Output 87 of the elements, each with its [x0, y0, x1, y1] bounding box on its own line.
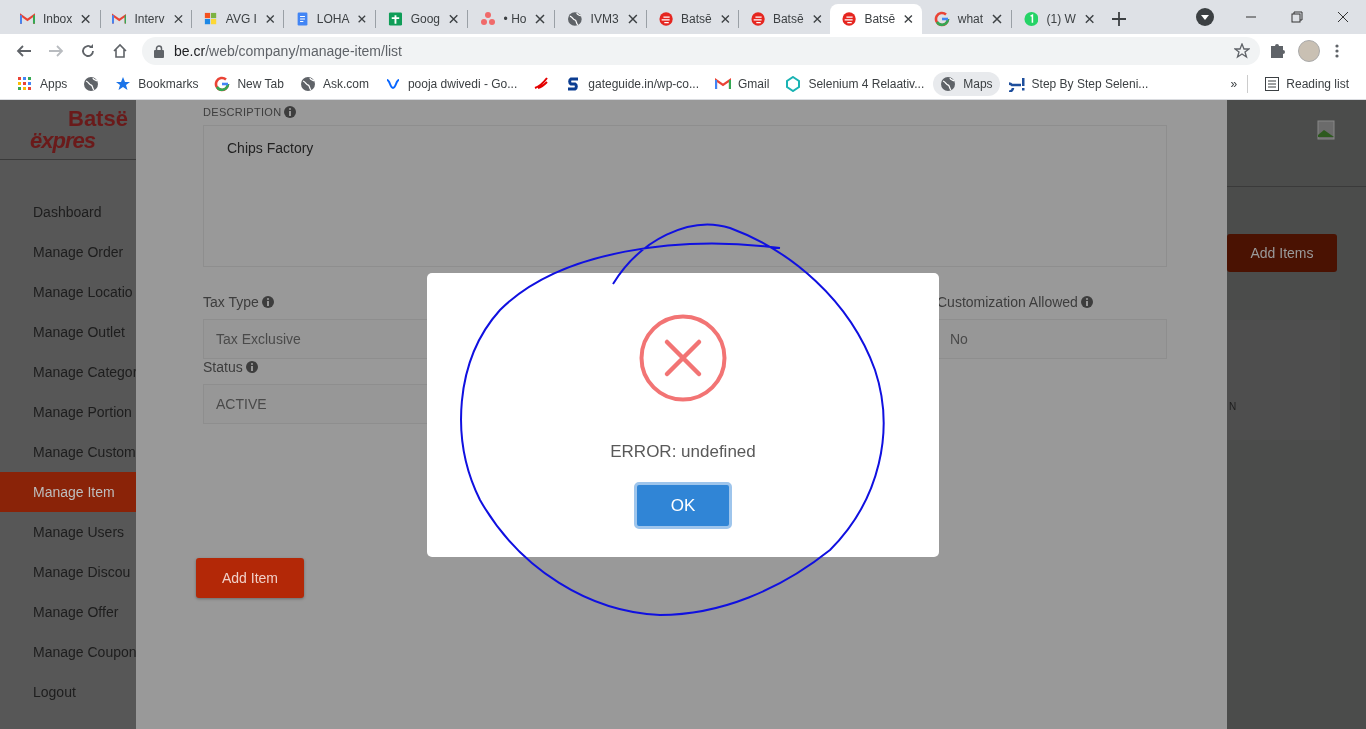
- bookmark[interactable]: Gmail: [708, 71, 777, 96]
- bookmark[interactable]: New Tab: [207, 71, 291, 96]
- mail-icon: [20, 11, 35, 27]
- star-icon[interactable]: [1234, 43, 1250, 59]
- field-label: Status: [203, 359, 243, 375]
- add-item-button[interactable]: Add Item: [196, 558, 304, 598]
- squares-icon: [203, 11, 218, 27]
- field-label: DESCRIPTION: [203, 106, 282, 118]
- close-icon[interactable]: [811, 13, 823, 25]
- browser-tab[interactable]: AVG I: [191, 4, 284, 34]
- field-label: Customization Allowed: [937, 294, 1078, 310]
- reading-list[interactable]: Reading list: [1258, 72, 1356, 95]
- star-icon: [115, 75, 132, 92]
- close-icon[interactable]: [626, 13, 639, 25]
- back-icon[interactable]: [16, 43, 32, 59]
- address-bar[interactable]: be.cr/web/company/manage-item/list: [142, 37, 1260, 65]
- bookmark[interactable]: Maps: [933, 71, 1000, 96]
- close-icon[interactable]: [903, 13, 914, 25]
- close-icon[interactable]: [1083, 13, 1096, 25]
- browser-tab[interactable]: what: [921, 4, 1012, 34]
- reload-icon[interactable]: [80, 43, 96, 59]
- close-icon[interactable]: [172, 13, 184, 25]
- close-icon[interactable]: [357, 13, 368, 25]
- field-label: Tax Type: [203, 294, 259, 310]
- add-items-button[interactable]: Add Items: [1227, 234, 1337, 272]
- mail-icon: [111, 11, 127, 27]
- close-icon[interactable]: [534, 13, 547, 25]
- close-icon[interactable]: [264, 13, 276, 25]
- close-icon[interactable]: [448, 13, 460, 25]
- logo-icon: [750, 11, 765, 27]
- browser-tab[interactable]: Goog: [375, 4, 468, 34]
- globe-icon: [299, 75, 316, 92]
- globe-icon: [940, 75, 957, 92]
- sidebar-item[interactable]: Manage Item: [0, 472, 136, 512]
- error-message: ERROR: undefined: [610, 442, 756, 462]
- browser-tab[interactable]: Batsē: [646, 4, 739, 34]
- info-icon: [1080, 296, 1093, 308]
- apps-icon: [17, 75, 33, 92]
- logo-icon: [842, 11, 857, 27]
- close-icon[interactable]: [719, 13, 731, 25]
- browser-tab[interactable]: (1) W: [1011, 4, 1104, 34]
- globe-icon: [83, 75, 100, 92]
- bookmark[interactable]: Step By Step Seleni...: [1001, 71, 1156, 96]
- browser-tab[interactable]: Interv: [99, 4, 192, 34]
- info-icon: [245, 361, 258, 373]
- spreadsheet-icon: [387, 11, 403, 27]
- swoosh-icon: [533, 75, 550, 92]
- browser-tab[interactable]: Inbox: [8, 4, 100, 34]
- dots-icon: [479, 11, 496, 27]
- bookmark[interactable]: Apps: [10, 71, 75, 96]
- new-tab-icon[interactable]: [1111, 12, 1126, 26]
- browser-tab[interactable]: • Ho: [467, 4, 555, 34]
- bookmark[interactable]: gateguide.in/wp-co...: [558, 71, 707, 96]
- bookmark[interactable]: Selenium 4 Relaativ...: [778, 71, 932, 96]
- url-text: be.cr/web/company/manage-item/list: [174, 43, 403, 59]
- mail-icon: [715, 75, 732, 92]
- logo-text: ëxpres: [30, 130, 96, 152]
- close-icon[interactable]: [1337, 11, 1350, 23]
- info-icon: [261, 296, 274, 308]
- browser-tab[interactable]: Batsē: [738, 4, 831, 34]
- hexagon-icon: [785, 75, 802, 92]
- logo-icon: [658, 11, 673, 27]
- home-icon[interactable]: [112, 43, 128, 59]
- dropdown-icon[interactable]: [1196, 8, 1215, 26]
- logo-text: Batsë: [68, 108, 129, 130]
- close-icon[interactable]: [80, 13, 92, 25]
- overflow-chevron[interactable]: »: [1230, 76, 1238, 91]
- chat-icon: [1023, 11, 1039, 27]
- browser-tab[interactable]: LOHA: [283, 4, 376, 34]
- globe-icon: [566, 11, 583, 27]
- lock-icon: [154, 44, 164, 58]
- bookmark[interactable]: Bookmarks: [108, 71, 206, 96]
- list-icon: [1265, 76, 1280, 91]
- error-icon: [639, 314, 727, 402]
- google-icon: [933, 11, 950, 27]
- description-field[interactable]: Chips Factory: [203, 125, 1167, 267]
- e-icon: [1008, 75, 1025, 92]
- browser-tab[interactable]: Batsē: [830, 4, 922, 34]
- document-icon: [295, 11, 309, 27]
- browser-tab[interactable]: IVM3: [554, 4, 647, 34]
- bookmark[interactable]: Ask.com: [292, 71, 376, 96]
- ok-button[interactable]: OK: [634, 482, 732, 529]
- close-icon[interactable]: [991, 13, 1004, 25]
- restore-icon[interactable]: [1291, 11, 1304, 23]
- info-icon: [284, 106, 297, 118]
- google-icon: [214, 75, 231, 92]
- bookmark[interactable]: pooja dwivedi - Go...: [377, 71, 525, 96]
